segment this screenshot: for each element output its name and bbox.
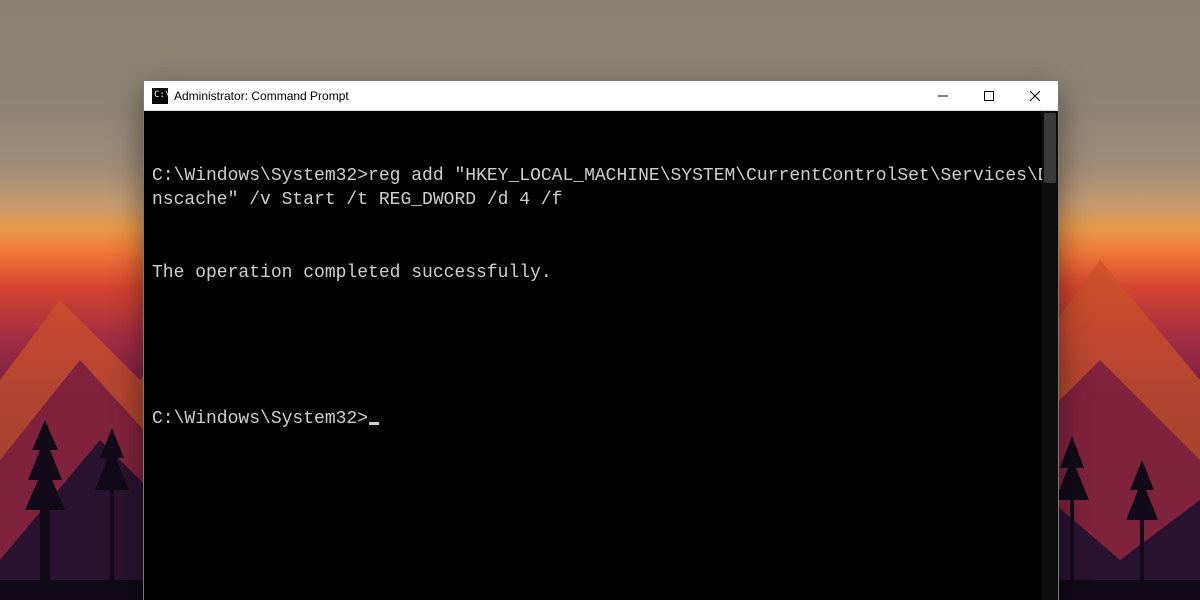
- terminal-blank-line: [152, 334, 1050, 358]
- terminal-area[interactable]: C:\Windows\System32>reg add "HKEY_LOCAL_…: [144, 111, 1058, 600]
- terminal-line-command: C:\Windows\System32>reg add "HKEY_LOCAL_…: [152, 164, 1050, 213]
- scrollbar-thumb[interactable]: [1044, 113, 1056, 183]
- close-button[interactable]: [1012, 81, 1058, 111]
- terminal-line-output: The operation completed successfully.: [152, 261, 1050, 285]
- vertical-scrollbar[interactable]: [1042, 111, 1058, 600]
- prompt-text: C:\Windows\System32>: [152, 166, 368, 186]
- window-title: Administrator: Command Prompt: [174, 89, 349, 103]
- minimize-button[interactable]: [920, 81, 966, 111]
- maximize-button[interactable]: [966, 81, 1012, 111]
- terminal-line-prompt: C:\Windows\System32>: [152, 407, 1050, 431]
- titlebar[interactable]: C:\ Administrator: Command Prompt: [144, 81, 1058, 111]
- cursor-icon: [369, 422, 379, 425]
- desktop-wallpaper: C:\ Administrator: Command Prompt C:\Win…: [0, 0, 1200, 600]
- cmd-icon: C:\: [152, 88, 168, 104]
- command-prompt-window: C:\ Administrator: Command Prompt C:\Win…: [143, 80, 1059, 600]
- prompt-text: C:\Windows\System32>: [152, 409, 368, 429]
